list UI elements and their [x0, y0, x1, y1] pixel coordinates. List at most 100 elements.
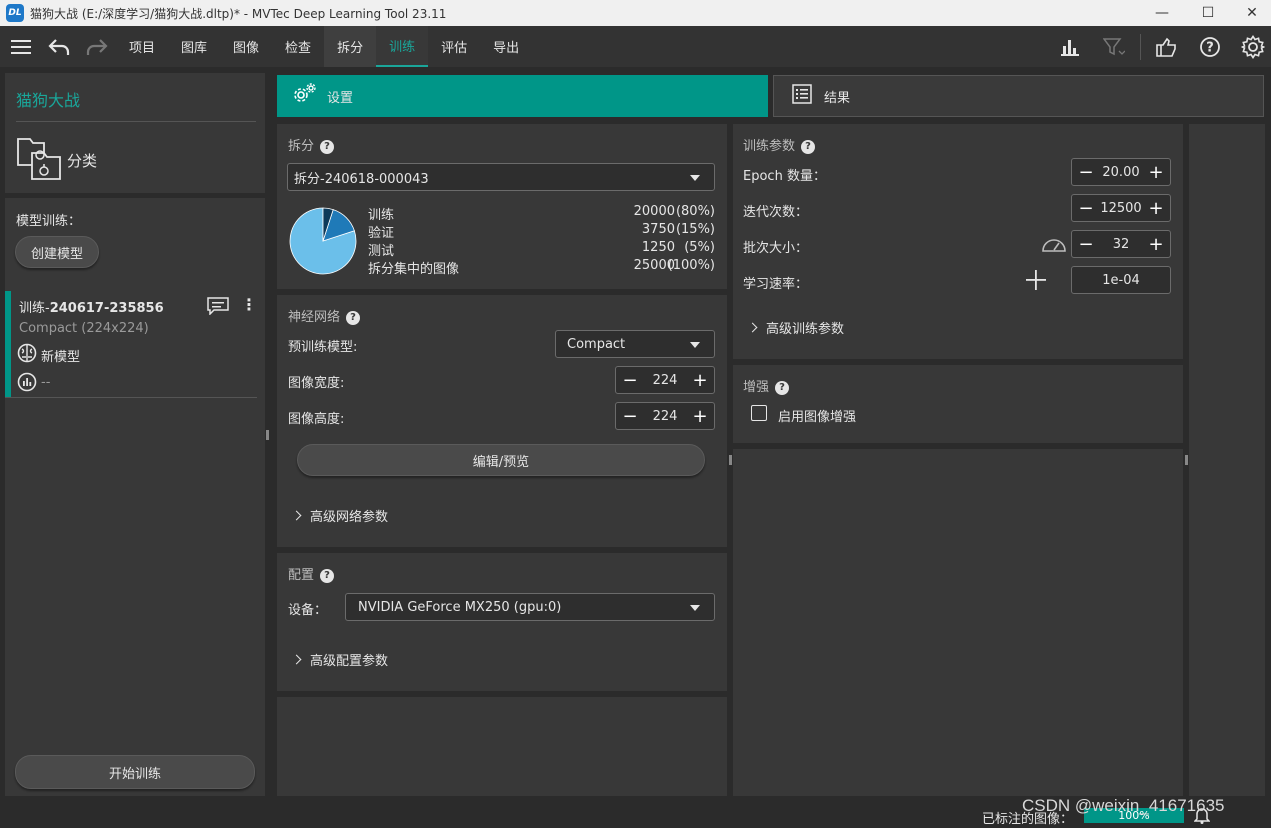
- project-panel: 猫狗大战 分类: [5, 73, 265, 193]
- menu-inspect[interactable]: 检查: [272, 26, 324, 67]
- network-section: 神经网络? 预训练模型: Compact 图像宽度: −224 + 图像高度: −…: [277, 295, 727, 547]
- training-params-help-icon[interactable]: ?: [801, 139, 816, 154]
- image-height-label: 图像高度:: [288, 412, 345, 427]
- chevron-right-icon: [291, 510, 302, 521]
- split-pie-chart: [289, 207, 357, 275]
- splitter-handle[interactable]: [266, 430, 269, 440]
- splitter-handle[interactable]: [1185, 455, 1188, 465]
- pretrained-model-label: 预训练模型:: [288, 340, 358, 355]
- augmentation-checkbox[interactable]: [751, 405, 767, 421]
- image-width-stepper[interactable]: −224 +: [615, 366, 715, 394]
- menu-image[interactable]: 图像: [220, 26, 272, 67]
- status-bar: 已标注的图像： 100% CSDN @weixin_41671635: [0, 796, 1271, 827]
- model-training-panel: 模型训练： 创建模型 训练-240617-235856 ⋮ Compact (2…: [5, 198, 265, 796]
- menu-train[interactable]: 训练: [376, 26, 429, 67]
- epoch-stepper[interactable]: −20.00 +: [1071, 158, 1171, 186]
- decrement-button[interactable]: −: [1078, 198, 1094, 219]
- training-params-section: 训练参数? Epoch 数量： −20.00 + 迭代次数： −12500 + 批次…: [733, 124, 1183, 359]
- split-row-pct: (15%): [675, 222, 715, 237]
- image-width-label: 图像宽度:: [288, 376, 345, 391]
- menu-gallery[interactable]: 图库: [168, 26, 220, 67]
- split-row-value: 1250: [641, 240, 675, 255]
- split-row-value: 20000: [633, 204, 675, 219]
- image-width-value[interactable]: 224: [653, 373, 678, 388]
- undo-icon[interactable]: [40, 26, 78, 67]
- filter-icon[interactable]: [1098, 26, 1130, 67]
- iterations-stepper[interactable]: −12500 +: [1071, 194, 1171, 222]
- split-select-value: 拆分-240618-000043: [294, 171, 429, 187]
- menu-project[interactable]: 项目: [116, 26, 168, 67]
- image-height-stepper[interactable]: −224 +: [615, 402, 715, 430]
- edit-preview-button[interactable]: 编辑/预览: [297, 444, 705, 476]
- increment-button[interactable]: +: [692, 406, 708, 427]
- training-run-item[interactable]: 训练-240617-235856 ⋮ Compact (224x224) 新模型…: [5, 291, 257, 398]
- hamburger-menu-icon[interactable]: [2, 26, 40, 67]
- tab-settings[interactable]: 设置: [277, 75, 768, 117]
- decrement-button[interactable]: −: [1078, 234, 1094, 255]
- increment-button[interactable]: +: [1148, 162, 1164, 183]
- increment-button[interactable]: +: [1148, 198, 1164, 219]
- split-select[interactable]: 拆分-240618-000043: [287, 163, 715, 191]
- augmentation-help-icon[interactable]: ?: [775, 380, 790, 395]
- training-params-title: 训练参数?: [743, 135, 816, 154]
- statistics-icon[interactable]: [1054, 26, 1086, 67]
- increment-button[interactable]: +: [692, 370, 708, 391]
- menu-export[interactable]: 导出: [480, 26, 532, 67]
- settings-gear-icon[interactable]: [1237, 26, 1269, 67]
- model-label: 新模型: [41, 350, 81, 365]
- device-label: 设备：: [288, 603, 328, 618]
- config-help-icon[interactable]: ?: [320, 568, 335, 583]
- task-type-label: 分类: [67, 152, 98, 170]
- menu-split[interactable]: 拆分: [324, 26, 377, 67]
- increment-button[interactable]: +: [1148, 234, 1164, 255]
- gears-icon: [293, 83, 317, 109]
- maximize-button[interactable]: ☐: [1185, 0, 1231, 26]
- advanced-network-toggle[interactable]: 高级网络参数: [291, 506, 388, 525]
- device-select[interactable]: NVIDIA GeForce MX250 (gpu:0): [345, 593, 715, 621]
- advanced-training-toggle[interactable]: 高级训练参数: [747, 318, 844, 337]
- augmentation-label: 启用图像增强: [778, 410, 857, 425]
- iterations-label: 迭代次数：: [743, 205, 809, 220]
- network-help-icon[interactable]: ?: [346, 310, 361, 325]
- splitter-handle[interactable]: [729, 455, 732, 465]
- decrement-button[interactable]: −: [622, 370, 638, 391]
- batch-size-stepper[interactable]: − 32 +: [1071, 230, 1171, 258]
- close-button[interactable]: ✕: [1229, 0, 1271, 26]
- comment-icon[interactable]: [207, 297, 229, 319]
- redo-icon[interactable]: [78, 26, 116, 67]
- model-training-heading: 模型训练：: [16, 214, 82, 229]
- help-icon[interactable]: ?: [1194, 26, 1226, 67]
- training-run-prefix: 训练-: [19, 301, 50, 316]
- tab-results[interactable]: 结果: [773, 75, 1264, 117]
- iterations-value[interactable]: 12500: [1100, 201, 1141, 216]
- pretrained-model-value: Compact: [567, 336, 626, 352]
- learning-rate-field[interactable]: 1e-04: [1071, 266, 1171, 294]
- minimize-button[interactable]: —: [1139, 0, 1185, 26]
- split-help-icon[interactable]: ?: [320, 139, 335, 154]
- more-options-icon[interactable]: ⋮: [241, 295, 257, 314]
- empty-panel: [733, 449, 1183, 796]
- app-logo-icon: DL: [6, 4, 24, 22]
- create-model-button[interactable]: 创建模型: [15, 236, 99, 268]
- list-icon: [792, 84, 812, 108]
- menu-evaluate[interactable]: 评估: [428, 26, 480, 67]
- classification-icon: [16, 135, 64, 185]
- watermark-text: CSDN @weixin_41671635: [1022, 796, 1225, 815]
- learning-rate-value[interactable]: 1e-04: [1102, 273, 1140, 288]
- config-title: 配置?: [288, 564, 335, 583]
- decrement-button[interactable]: −: [1078, 162, 1094, 183]
- augmentation-section: 增强? 启用图像增强: [733, 365, 1183, 443]
- start-training-button[interactable]: 开始训练: [15, 755, 255, 789]
- image-height-value[interactable]: 224: [653, 409, 678, 424]
- decrement-button[interactable]: −: [622, 406, 638, 427]
- pretrained-model-select[interactable]: Compact: [555, 330, 715, 358]
- advanced-config-toggle[interactable]: 高级配置参数: [291, 650, 388, 669]
- feedback-icon[interactable]: [1150, 26, 1182, 67]
- add-icon[interactable]: [1025, 269, 1047, 295]
- split-row-pct: (5%): [684, 240, 715, 255]
- epoch-value[interactable]: 20.00: [1102, 165, 1139, 180]
- batch-size-value[interactable]: 32: [1113, 237, 1130, 252]
- project-name: 猫狗大战: [16, 91, 81, 110]
- tab-results-label: 结果: [824, 90, 851, 106]
- gauge-icon[interactable]: [1041, 235, 1067, 257]
